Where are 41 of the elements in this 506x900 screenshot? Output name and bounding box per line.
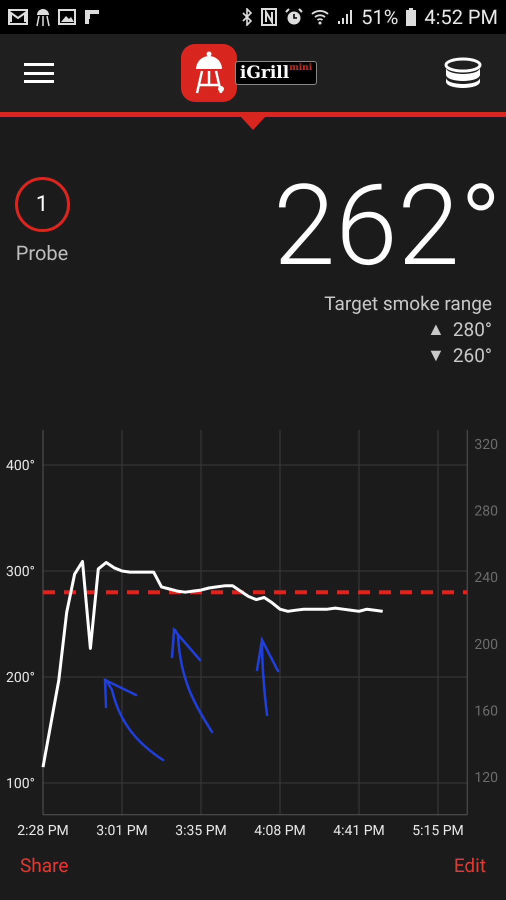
battery-icon xyxy=(406,8,416,26)
nfc-icon xyxy=(261,8,278,26)
bluetooth-icon xyxy=(241,8,254,26)
target-range-title: Target smoke range xyxy=(324,291,492,317)
target-low: 260° xyxy=(452,343,492,369)
y-axis-label: 200 xyxy=(474,636,498,653)
image-icon xyxy=(58,9,76,25)
grill-icon xyxy=(36,7,50,27)
x-axis-label: 4:41 PM xyxy=(333,823,385,839)
mail-icon xyxy=(8,8,28,26)
x-axis-label: 4:08 PM xyxy=(254,823,306,839)
y-axis-label: 200° xyxy=(6,670,35,686)
x-axis-label: 3:01 PM xyxy=(96,823,148,839)
y-axis-label: 320 xyxy=(474,437,498,453)
y-axis-label: 160 xyxy=(474,703,498,720)
down-triangle-icon: ▼ xyxy=(427,343,445,369)
y-axis-label: 240 xyxy=(474,570,498,586)
clock-time: 4:52 PM xyxy=(424,4,498,31)
x-axis-label: 5:15 PM xyxy=(412,823,464,839)
wifi-icon xyxy=(311,9,330,25)
probe-number: 1 xyxy=(14,177,70,232)
y-axis-label: 100° xyxy=(6,776,35,792)
y-axis-label: 280 xyxy=(474,504,498,520)
signal-icon xyxy=(337,9,354,25)
battery-percentage: 51% xyxy=(361,4,398,31)
x-axis-label: 2:28 PM xyxy=(17,823,69,839)
x-axis-label: 3:35 PM xyxy=(175,823,227,839)
temperature-reading: 262° xyxy=(273,167,502,287)
y-axis-label: 400° xyxy=(6,458,35,474)
up-triangle-icon: ▲ xyxy=(427,317,445,343)
share-button[interactable]: Share xyxy=(20,852,68,880)
y-axis-label: 300° xyxy=(6,564,35,580)
flipboard-icon xyxy=(84,9,100,25)
edit-button[interactable]: Edit xyxy=(454,852,486,880)
alarm-icon xyxy=(285,8,304,26)
menu-button[interactable] xyxy=(24,61,54,85)
stacked-disc-icon[interactable] xyxy=(444,57,482,89)
target-high: 280° xyxy=(452,317,492,343)
y-axis-label: 120 xyxy=(474,770,498,786)
grill-logo-icon xyxy=(180,44,237,102)
probe-label: Probe xyxy=(16,240,68,267)
